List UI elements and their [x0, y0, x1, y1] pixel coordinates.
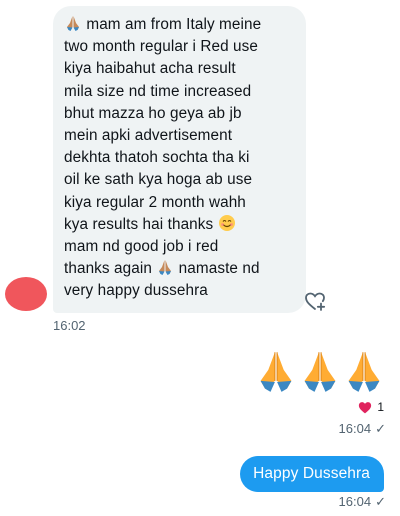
message-line: mam nd good job i red: [64, 238, 219, 256]
outgoing-message-bubble[interactable]: Happy Dussehra: [240, 456, 384, 492]
heart-icon: [359, 401, 372, 413]
message-line: two month regular i Red use: [64, 38, 259, 56]
folded-hands-icon: [260, 352, 292, 392]
message-line: kiya haibahut acha result: [64, 60, 236, 78]
message-timestamp: 16:04 ✓: [338, 494, 386, 509]
message-line: kiya regular 2 month wahh: [64, 193, 246, 211]
message-line: mein apki advertisement: [64, 127, 233, 145]
message-line: thanks again namaste nd: [64, 260, 260, 278]
folded-hands-icon: [348, 352, 380, 392]
message-line: oil ke sath kya hoga ab use: [64, 171, 253, 189]
folded-hands-icon: [304, 352, 336, 392]
outgoing-emoji-message[interactable]: [256, 349, 384, 393]
add-reaction-icon[interactable]: [303, 289, 327, 313]
message-reaction[interactable]: 1: [358, 400, 384, 414]
avatar[interactable]: [5, 277, 47, 311]
read-check-icon: ✓: [375, 421, 386, 436]
message-line: kya results hai thanks: [64, 214, 306, 236]
incoming-message-bubble[interactable]: mam am from Italy meine two month regula…: [53, 6, 306, 313]
message-line: mila size nd time increased: [64, 82, 252, 100]
read-check-icon: ✓: [375, 494, 386, 509]
conversation-view: mam am from Italy meine two month regula…: [0, 0, 400, 516]
folded-hands-icon: [67, 16, 79, 31]
message-line: mam am from Italy meine: [64, 14, 306, 36]
message-timestamp: 16:04 ✓: [338, 421, 386, 436]
message-line: very happy dussehra: [64, 282, 208, 300]
message-line: bhut mazza ho geya ab jb: [64, 104, 242, 122]
message-timestamp: 16:02: [53, 318, 86, 333]
folded-hands-icon: [159, 260, 172, 276]
reaction-count: 1: [377, 400, 384, 414]
smiling-face-icon: [218, 214, 235, 231]
message-line: dekhta thatoh sochta tha ki: [64, 149, 250, 167]
